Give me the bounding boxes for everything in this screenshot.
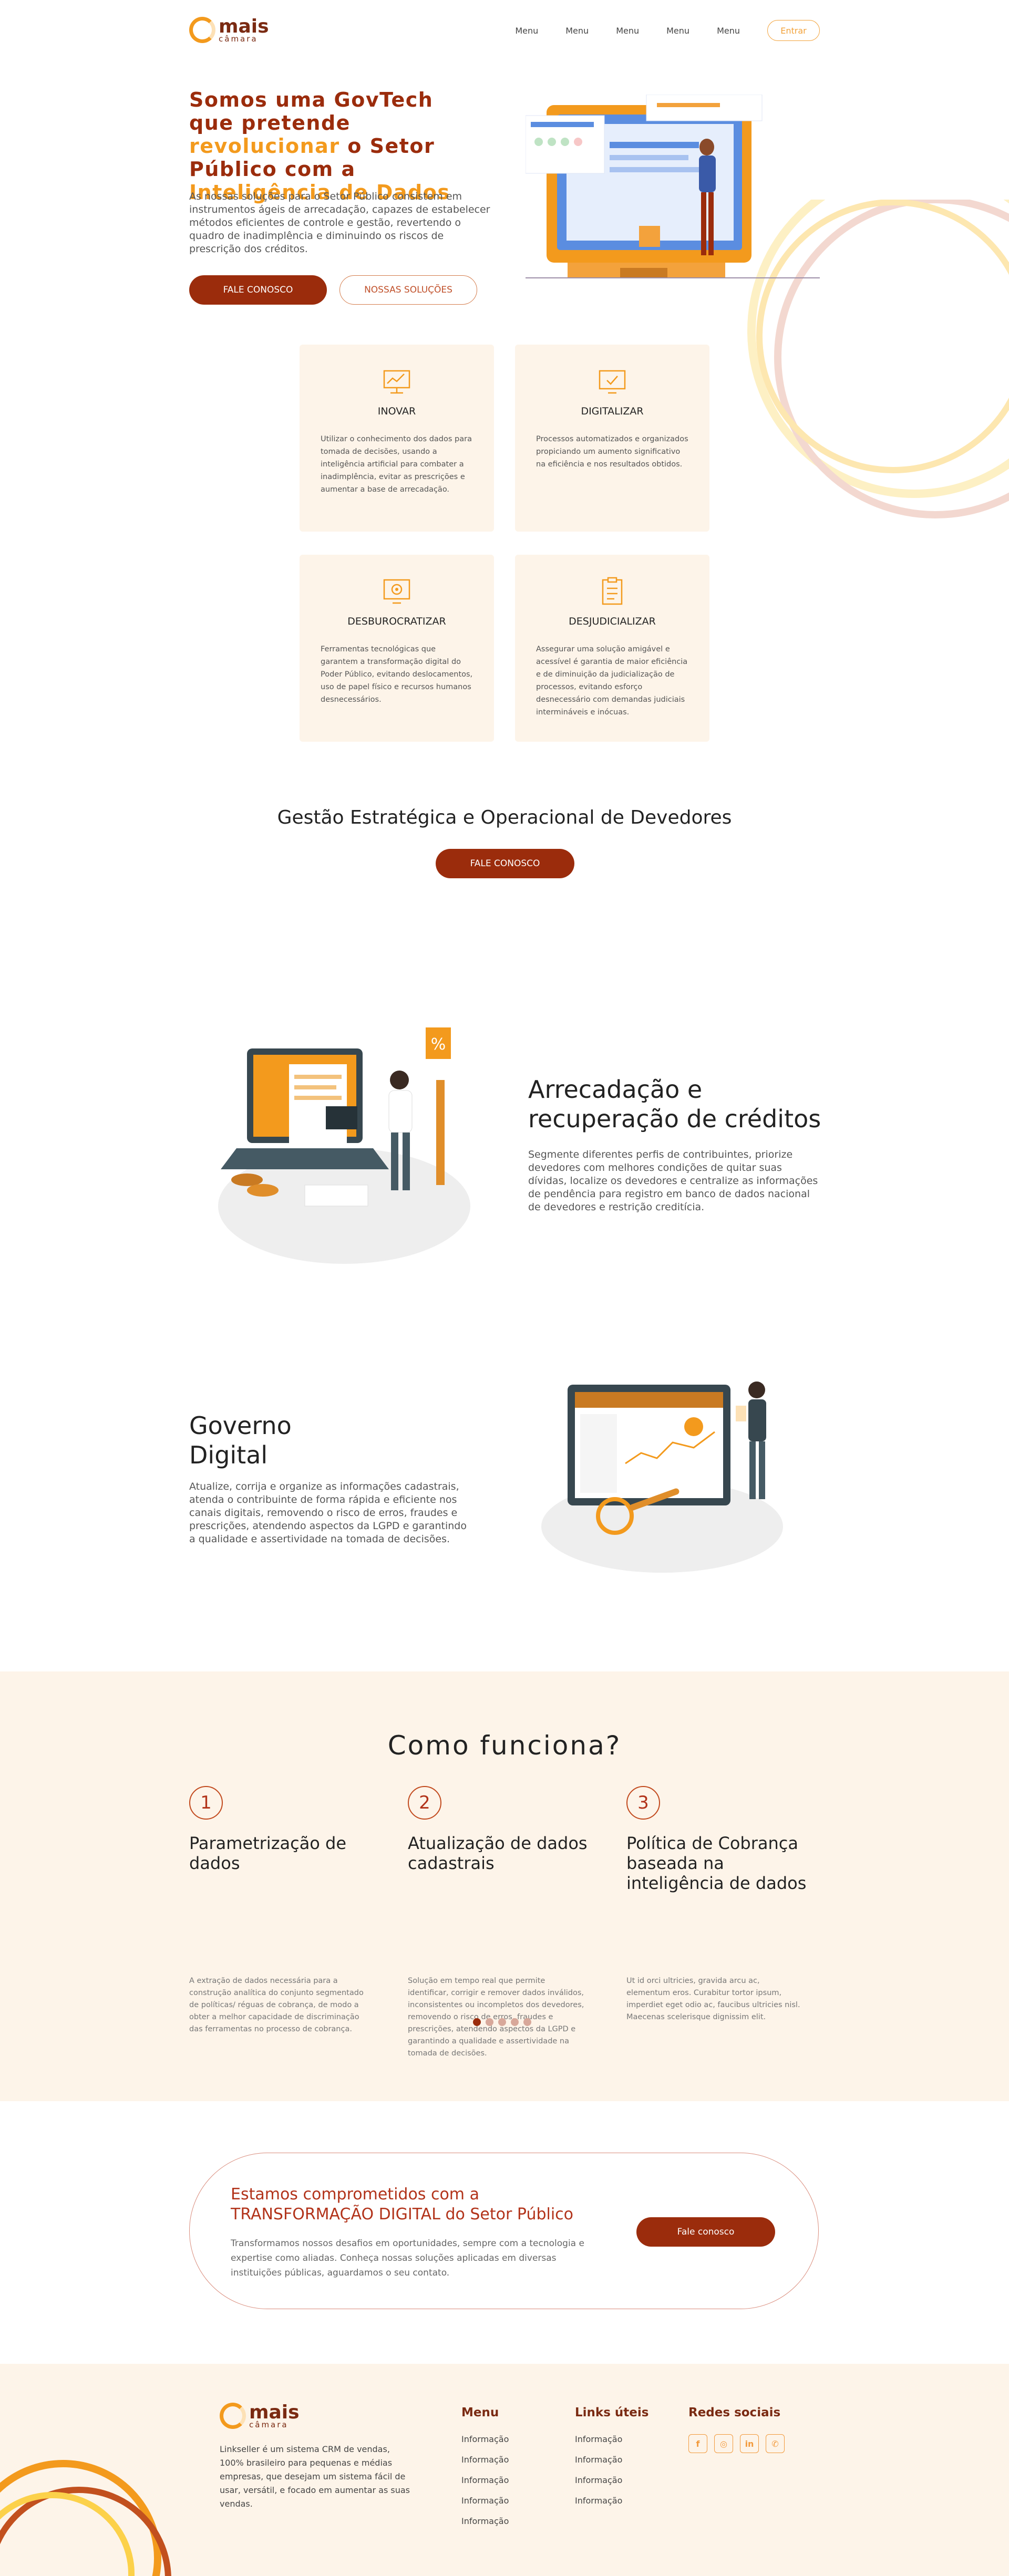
carousel-dots (473, 2018, 536, 2026)
site-header: mais câmara Menu Menu Menu Menu Menu Ent… (189, 0, 820, 61)
feature-card-desburocratizar: DESBUROCRATIZAR Ferramentas tecnológicas… (300, 555, 494, 742)
feature-text: Assegurar uma solução amigável e acessív… (536, 645, 688, 716)
services-section: % Arrecadação e recuperação de créditos … (189, 975, 821, 1684)
login-button[interactable]: Entrar (767, 20, 820, 41)
footer-menu-link[interactable]: Informação (461, 2475, 509, 2485)
brand-logo[interactable]: mais câmara (189, 17, 269, 43)
contact-button[interactable]: FALE CONOSCO (189, 275, 327, 305)
nav-item-2[interactable]: Menu (565, 26, 589, 36)
footer-links-title: Links úteis (575, 2406, 649, 2419)
dashboard-illustration (526, 95, 820, 278)
whatsapp-icon[interactable]: ✆ (766, 2434, 785, 2453)
footer-decorative-rings (0, 2460, 171, 2576)
step-title: Atualização de dados cadastrais (408, 1833, 588, 1873)
footer-menu-link[interactable]: Informação (461, 2455, 509, 2465)
site-footer: mais câmara Linkseller é um sistema CRM … (0, 2364, 1009, 2576)
step-number: 1 (189, 1786, 223, 1820)
step-1: 1 Parametrização de dados A extração de … (189, 1786, 378, 2033)
logo-ring-icon (189, 17, 215, 43)
feature-card-digitalizar: DIGITALIZAR Processos automatizados e or… (515, 345, 709, 532)
cta-section: Estamos comprometidos com a TRANSFORMAÇÃO… (189, 2153, 819, 2309)
step-text: Ut id orci ultricies, gravida arcu ac, e… (626, 1977, 800, 2021)
how-it-works-section: Como funciona? 1 Parametrização de dados… (0, 1671, 1009, 2101)
brand-name: mais (219, 15, 269, 37)
hero-title: Somos uma GovTech que pretende revolucio… (189, 88, 450, 204)
features-section: INOVAR Utilizar o conhecimento dos dados… (189, 345, 820, 975)
hero-section: Somos uma GovTech que pretende revolucio… (189, 61, 820, 345)
service-text-arrecadacao: Segmente diferentes perfis de contribuin… (528, 1149, 818, 1213)
footer-menu-link[interactable]: Informação (461, 2496, 509, 2506)
nav-item-1[interactable]: Menu (515, 26, 538, 36)
cta-title: Estamos comprometidos com a TRANSFORMAÇÃO… (231, 2185, 574, 2224)
feature-title: DIGITALIZAR (581, 406, 644, 417)
footer-useful-link[interactable]: Informação (575, 2475, 648, 2485)
cta-text: Transformamos nossos desafios em oportun… (231, 2238, 584, 2278)
footer-useful-link[interactable]: Informação (575, 2434, 648, 2444)
footer-menu: Menu Informação Informação Informação In… (461, 2406, 509, 2537)
gear-icon (383, 579, 410, 604)
footer-useful-link[interactable]: Informação (575, 2496, 648, 2506)
feature-card-desjudicializar: DESJUDICIALIZAR Assegurar uma solução am… (515, 555, 709, 742)
footer-links: Links úteis Informação Informação Inform… (575, 2406, 648, 2516)
service-title-arrecadacao: Arrecadação e recuperação de créditos (528, 1075, 821, 1133)
step-number: 3 (626, 1786, 660, 1820)
solutions-button[interactable]: NOSSAS SOLUÇÕES (339, 275, 477, 305)
carousel-dot[interactable] (473, 2018, 481, 2026)
carousel-dot[interactable] (523, 2018, 531, 2026)
nav-item-5[interactable]: Menu (717, 26, 740, 36)
linkedin-icon[interactable]: in (740, 2434, 759, 2453)
svg-text:%: % (431, 1035, 446, 1054)
step-3: 3 Política de Cobrança baseada na inteli… (626, 1786, 816, 2021)
gestao-contact-button[interactable]: FALE CONOSCO (436, 849, 574, 878)
feature-title: DESBUROCRATIZAR (347, 616, 446, 627)
feature-card-inovar: INOVAR Utilizar o conhecimento dos dados… (300, 345, 494, 532)
feature-text: Processos automatizados e organizados pr… (536, 435, 688, 469)
footer-menu-link[interactable]: Informação (461, 2516, 509, 2526)
feature-text: Ferramentas tecnológicas que garantem a … (321, 645, 473, 704)
carousel-dot[interactable] (511, 2018, 519, 2026)
step-text: A extração de dados necessária para a co… (189, 1977, 364, 2033)
digital-icon (599, 370, 626, 394)
step-text: Solução em tempo real que permite identi… (408, 1977, 584, 2058)
clipboard-icon (602, 577, 623, 605)
digital-government-illustration (541, 1382, 783, 1573)
footer-logo[interactable]: mais câmara (220, 2403, 300, 2429)
innovation-icon (383, 370, 410, 394)
footer-about: Linkseller é um sistema CRM de vendas, 1… (220, 2444, 410, 2509)
feature-text: Utilizar o conhecimento dos dados para t… (321, 435, 472, 494)
footer-menu-link[interactable]: Informação (461, 2434, 509, 2444)
brand-name: mais (249, 2401, 300, 2423)
instagram-icon[interactable]: ◎ (714, 2434, 733, 2453)
feature-title: DESJUDICIALIZAR (569, 616, 656, 627)
credit-recovery-illustration: % (218, 1027, 470, 1264)
feature-title: INOVAR (377, 406, 416, 417)
service-text-governo: Atualize, corrija e organize as informaç… (189, 1481, 467, 1545)
facebook-icon[interactable]: f (688, 2434, 707, 2453)
service-title-governo: Governo Digital (189, 1411, 292, 1469)
footer-social-title: Redes sociais (688, 2406, 781, 2419)
step-title: Parametrização de dados (189, 1833, 347, 1873)
step-number: 2 (408, 1786, 441, 1820)
logo-ring-icon (220, 2403, 246, 2429)
nav-item-4[interactable]: Menu (666, 26, 689, 36)
how-title: Como funciona? (387, 1730, 622, 1761)
carousel-dot[interactable] (486, 2018, 493, 2026)
step-2: 2 Atualização de dados cadastrais Soluçã… (408, 1786, 597, 2058)
nav-item-3[interactable]: Menu (616, 26, 639, 36)
gestao-title: Gestão Estratégica e Operacional de Deve… (277, 807, 732, 828)
footer-social: Redes sociais f ◎ in ✆ (688, 2406, 791, 2453)
carousel-dot[interactable] (498, 2018, 506, 2026)
step-title: Política de Cobrança baseada na inteligê… (626, 1833, 807, 1893)
footer-menu-title: Menu (461, 2406, 499, 2419)
cta-contact-button[interactable]: Fale conosco (636, 2217, 775, 2247)
hero-lead: As nossas soluções para o Setor Público … (189, 191, 490, 255)
footer-useful-link[interactable]: Informação (575, 2455, 648, 2465)
main-nav: Menu Menu Menu Menu Menu Entrar (488, 20, 820, 41)
